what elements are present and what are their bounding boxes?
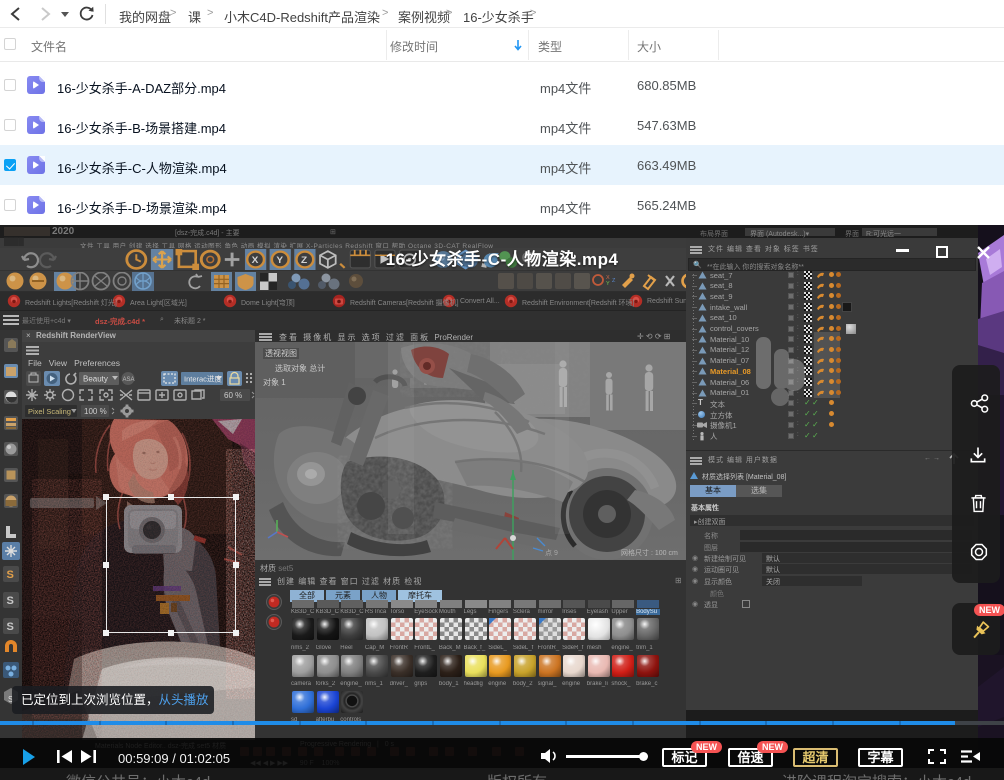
svg-text:Pixel Scaling: Pixel Scaling xyxy=(28,407,71,416)
svg-text:S: S xyxy=(7,621,14,633)
svg-text:ASA: ASA xyxy=(123,377,135,383)
svg-text:网格尺寸 : 100 cm: 网格尺寸 : 100 cm xyxy=(621,548,678,557)
svg-text:S: S xyxy=(7,569,14,581)
svg-text:Beauty: Beauty xyxy=(83,375,108,384)
svg-text:60 %: 60 % xyxy=(224,391,242,400)
svg-text:点 9: 点 9 xyxy=(545,549,558,557)
svg-text:100 %: 100 % xyxy=(84,407,107,416)
svg-text:Interac进度: Interac进度 xyxy=(184,374,222,384)
svg-text:S: S xyxy=(7,595,14,607)
svg-text:Y: Y xyxy=(606,281,610,287)
svg-text:Z: Z xyxy=(612,278,616,284)
